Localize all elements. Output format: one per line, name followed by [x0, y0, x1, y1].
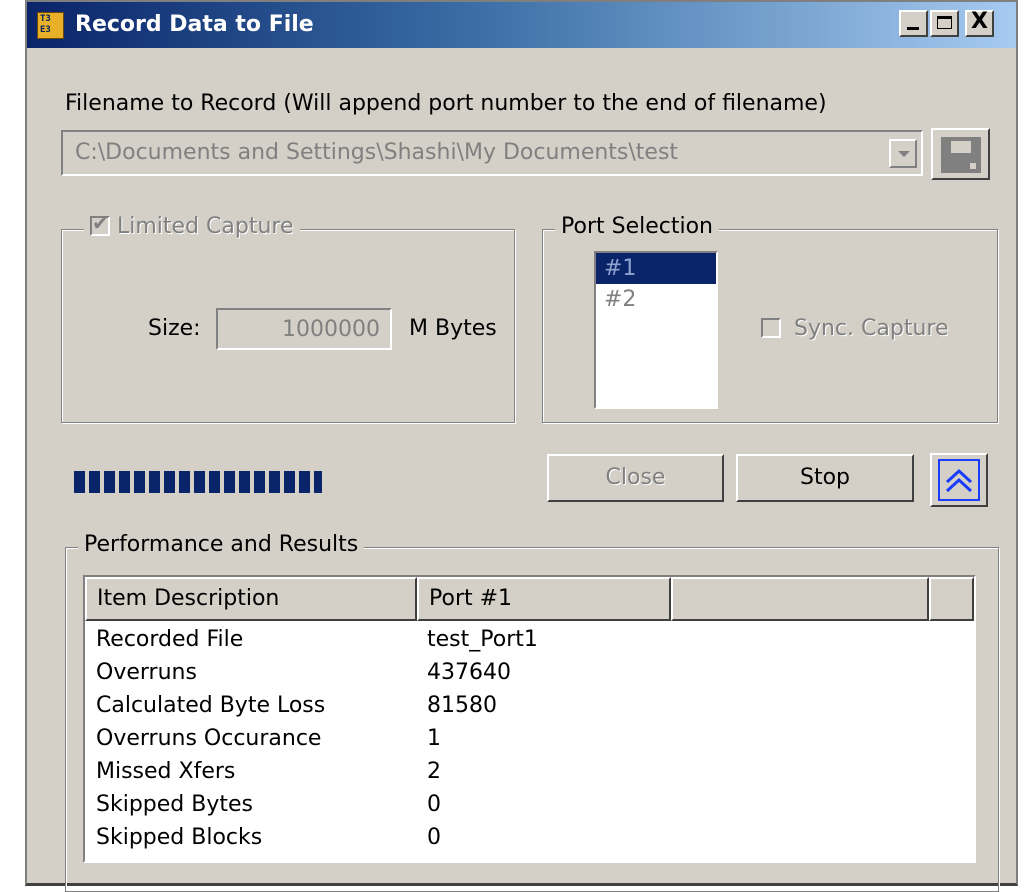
- filename-combobox[interactable]: C:\Documents and Settings\Shashi\My Docu…: [61, 130, 923, 176]
- table-row[interactable]: Recorded File test_Port1: [85, 623, 974, 656]
- column-header-port-1[interactable]: Port #1: [417, 577, 671, 621]
- column-header-item-description[interactable]: Item Description: [85, 577, 417, 621]
- column-header-empty-1[interactable]: [671, 577, 929, 621]
- performance-results-legend: Performance and Results: [78, 532, 365, 557]
- limited-capture-legend: ✔ Limited Capture: [84, 211, 300, 239]
- close-button[interactable]: Close: [547, 454, 724, 502]
- minimize-icon: [907, 27, 919, 30]
- table-row[interactable]: Calculated Byte Loss 81580: [85, 689, 974, 722]
- sync-capture-option[interactable]: Sync. Capture: [761, 316, 948, 341]
- stop-button-label: Stop: [799, 465, 850, 490]
- filename-dropdown-button[interactable]: [889, 139, 917, 168]
- maximize-icon: [937, 16, 952, 29]
- column-header-empty-2[interactable]: [929, 577, 974, 621]
- row-item-description: Recorded File: [96, 627, 244, 652]
- record-data-dialog: T3 E3 Record Data to File X Filename to …: [25, 0, 1018, 892]
- row-port-1-value: test_Port1: [427, 627, 538, 652]
- results-listview[interactable]: Item Description Port #1 Recorded File te…: [83, 575, 976, 863]
- filename-label: Filename to Record (Will append port num…: [65, 91, 827, 116]
- app-icon: T3 E3: [37, 12, 64, 39]
- port-list-item-1[interactable]: #1: [596, 253, 716, 284]
- sync-capture-label: Sync. Capture: [794, 316, 949, 341]
- app-icon-text-bottom: E3: [40, 25, 51, 35]
- size-input[interactable]: 1000000: [216, 308, 392, 350]
- limited-capture-label: Limited Capture: [117, 214, 294, 239]
- row-port-1-value: 2: [427, 759, 441, 784]
- app-icon-text-top: T3: [40, 14, 51, 24]
- port-listbox[interactable]: #1 #2: [594, 251, 718, 409]
- limited-capture-checkbox[interactable]: ✔: [90, 211, 110, 236]
- row-item-description: Skipped Bytes: [96, 792, 253, 817]
- table-row[interactable]: Missed Xfers 2: [85, 755, 974, 788]
- row-item-description: Calculated Byte Loss: [96, 693, 326, 718]
- port-selection-legend: Port Selection: [555, 214, 719, 239]
- double-chevron-up-icon: [938, 459, 980, 501]
- sync-capture-checkbox[interactable]: [761, 318, 781, 338]
- maximize-button[interactable]: [930, 10, 959, 37]
- row-item-description: Overruns: [96, 660, 197, 685]
- floppy-disk-icon: [941, 137, 981, 173]
- stop-button[interactable]: Stop: [736, 454, 914, 502]
- table-row[interactable]: Overruns Occurance 1: [85, 722, 974, 755]
- row-item-description: Overruns Occurance: [96, 726, 322, 751]
- close-window-button[interactable]: X: [965, 9, 994, 37]
- close-icon: X: [971, 9, 988, 34]
- title-bar[interactable]: T3 E3 Record Data to File X: [27, 2, 1016, 48]
- row-port-1-value: 437640: [427, 660, 511, 685]
- row-item-description: Skipped Blocks: [96, 825, 263, 850]
- row-port-1-value: 0: [427, 792, 441, 817]
- progress-fill: [74, 471, 322, 493]
- collapse-button[interactable]: [930, 453, 988, 507]
- minimize-button[interactable]: [899, 10, 928, 37]
- table-row[interactable]: Skipped Bytes 0: [85, 788, 974, 821]
- row-item-description: Missed Xfers: [96, 759, 236, 784]
- size-label: Size:: [148, 316, 201, 341]
- window-title: Record Data to File: [75, 12, 314, 37]
- close-button-label: Close: [605, 465, 666, 490]
- filename-value: C:\Documents and Settings\Shashi\My Docu…: [75, 140, 679, 165]
- row-port-1-value: 1: [427, 726, 441, 751]
- table-row[interactable]: Overruns 437640: [85, 656, 974, 689]
- checkmark-icon: ✔: [92, 211, 109, 235]
- row-port-1-value: 0: [427, 825, 441, 850]
- port-list-item-2[interactable]: #2: [596, 284, 716, 315]
- browse-save-button[interactable]: [931, 128, 990, 180]
- table-row[interactable]: Skipped Blocks 0: [85, 821, 974, 854]
- recording-progress-bar: [74, 471, 327, 493]
- chevron-down-icon: [898, 151, 910, 157]
- row-port-1-value: 81580: [427, 693, 497, 718]
- size-unit-label: M Bytes: [409, 316, 497, 341]
